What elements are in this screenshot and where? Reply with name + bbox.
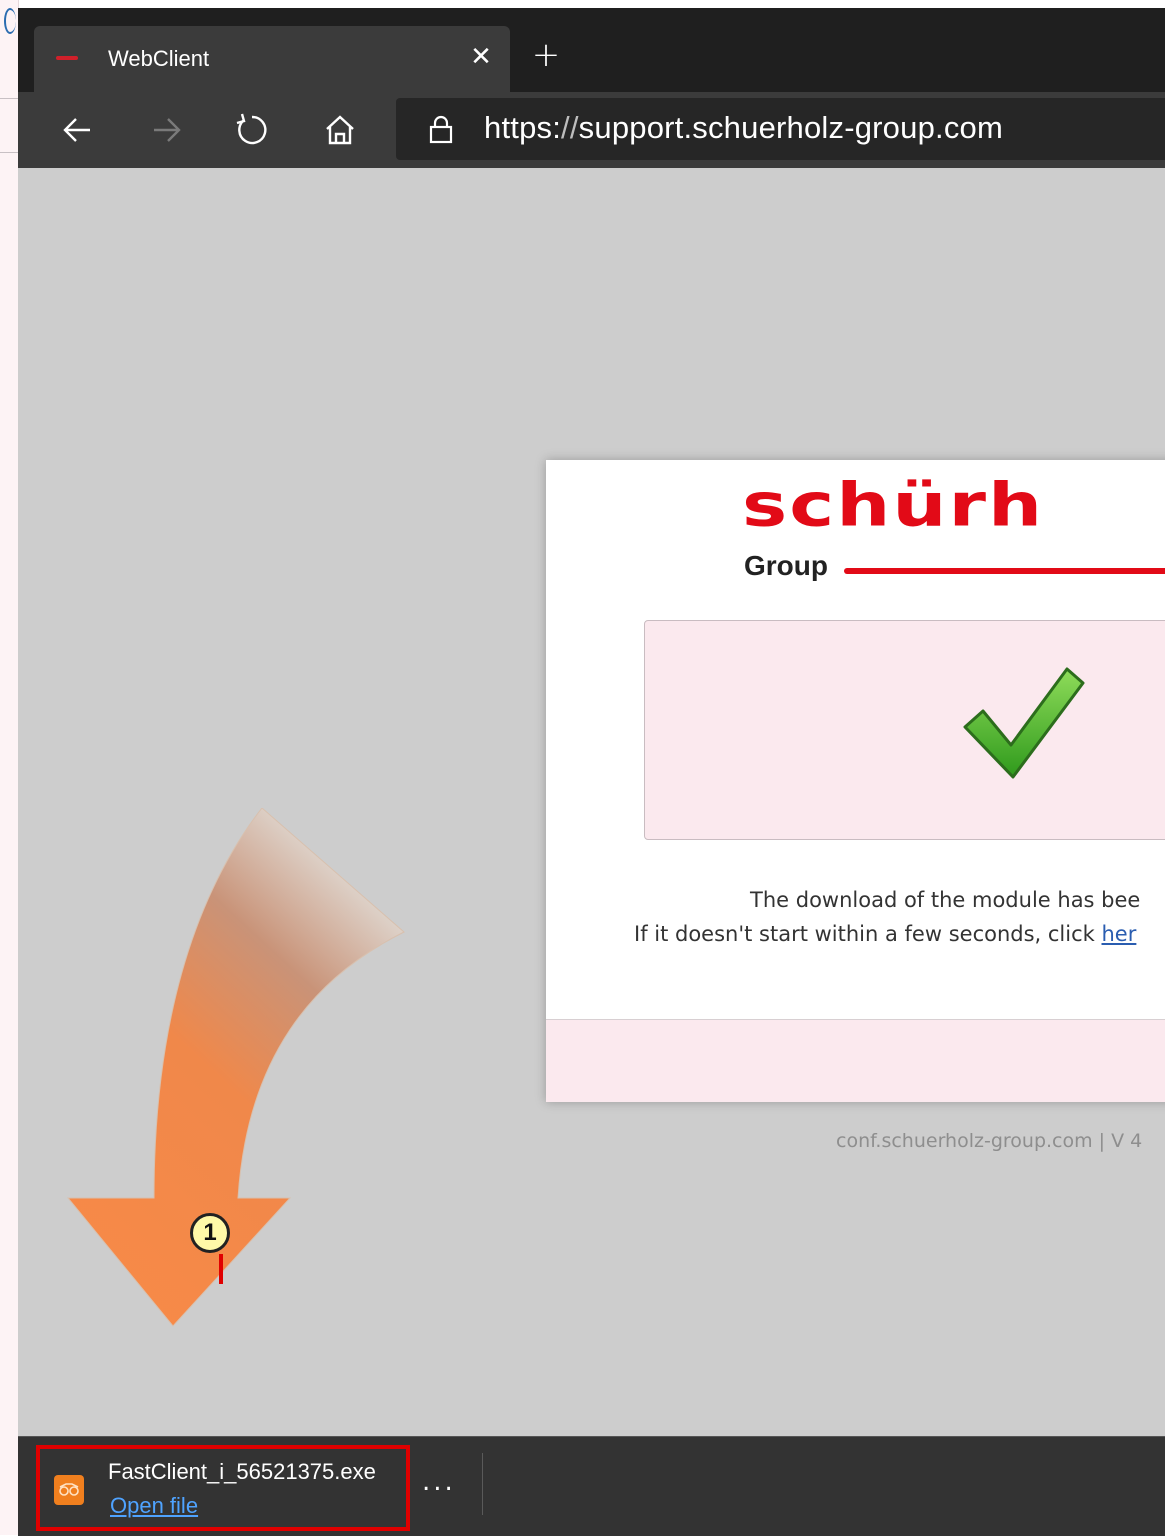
annotation-marker: 1 <box>190 1213 230 1253</box>
refresh-icon[interactable] <box>230 108 274 152</box>
manual-download-link[interactable]: her <box>1102 922 1137 946</box>
arrow-left-icon[interactable] <box>56 108 100 152</box>
checkmark-icon <box>963 667 1085 779</box>
download-hint: If it doesn't start within a few seconds… <box>634 922 1136 946</box>
arrow-right-icon[interactable] <box>144 108 188 152</box>
url-scheme: https: <box>484 110 562 145</box>
tab-bar: WebClient ✕ + <box>18 8 1165 92</box>
plus-icon[interactable]: + <box>526 38 566 72</box>
download-item[interactable]: FastClient_i_56521375.exe Open file <box>36 1445 410 1531</box>
browser-window: WebClient ✕ + https://support.schuerholz… <box>18 8 1165 1536</box>
open-file-link[interactable]: Open file <box>110 1493 198 1519</box>
download-filename: FastClient_i_56521375.exe <box>108 1459 376 1484</box>
navigation-toolbar: https://support.schuerholz-group.com <box>18 92 1165 168</box>
background-window-edge <box>0 0 19 1535</box>
window-edge-icon <box>4 8 16 34</box>
card-footer <box>546 1019 1165 1102</box>
address-bar[interactable]: https://support.schuerholz-group.com <box>396 98 1165 160</box>
download-message: The download of the module has bee <box>750 888 1141 912</box>
url-text: https://support.schuerholz-group.com <box>484 110 1003 146</box>
brand-logo-group: Group <box>744 550 828 581</box>
download-bar: FastClient_i_56521375.exe Open file ... <box>18 1436 1165 1536</box>
download-bar-divider <box>482 1453 483 1515</box>
lock-icon <box>426 114 456 144</box>
url-host: support.schuerholz-group.com <box>578 110 1003 145</box>
tab-webclient[interactable]: WebClient ✕ <box>34 26 510 92</box>
edge-divider <box>0 98 18 99</box>
site-version-note: conf.schuerholz-group.com | V 4 <box>836 1130 1143 1152</box>
download-card: schürh Group The download of the module … <box>546 460 1165 1102</box>
arrow-down-indicator-icon <box>66 808 405 1327</box>
url-slashes: // <box>561 110 579 145</box>
more-options-button[interactable]: ... <box>422 1467 456 1497</box>
brand-logo-bar <box>844 568 1165 574</box>
tab-title: WebClient <box>108 46 210 71</box>
home-icon[interactable] <box>318 108 362 152</box>
edge-divider <box>0 152 18 153</box>
brand-logo-text: schürh <box>742 470 1045 540</box>
success-panel <box>644 620 1165 840</box>
annotation-connector <box>219 1254 223 1284</box>
page-content: schürh Group The download of the module … <box>18 168 1165 1436</box>
schuerholz-favicon-icon <box>56 56 78 60</box>
close-icon[interactable]: ✕ <box>466 42 496 72</box>
fastclient-icon <box>54 1475 84 1505</box>
download-hint-text: If it doesn't start within a few seconds… <box>634 922 1102 946</box>
